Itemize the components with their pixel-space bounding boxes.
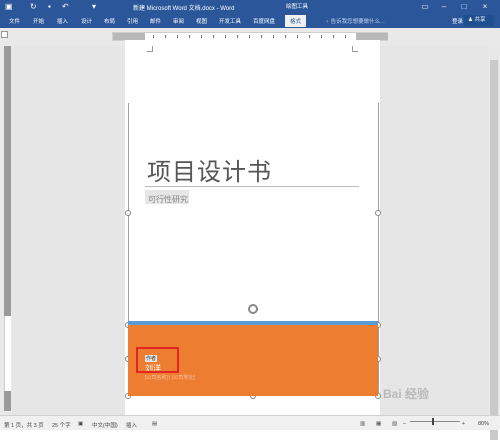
watermark-logo: Bai 经验 bbox=[383, 387, 430, 401]
maximize-button[interactable]: □ bbox=[457, 1, 471, 13]
tab-references[interactable]: 引用 bbox=[127, 17, 138, 25]
drawing-tools-context-title: 绘图工具 bbox=[282, 0, 312, 14]
scrollbar-thumb[interactable] bbox=[490, 60, 498, 440]
title-bar: ▣ ↻ ▪ ↶ ▾ 新建 Microsoft Word 文档.docx - Wo… bbox=[0, 0, 500, 14]
close-button[interactable]: × bbox=[478, 1, 492, 13]
tab-file[interactable]: 文件 bbox=[9, 17, 20, 25]
word-logo-icon: ▣ bbox=[5, 2, 13, 11]
tab-view[interactable]: 视图 bbox=[196, 17, 207, 25]
selection-border-right bbox=[378, 103, 379, 396]
tab-review[interactable]: 审阅 bbox=[173, 17, 184, 25]
insert-mode[interactable]: 插入 bbox=[126, 421, 137, 429]
tab-mailings[interactable]: 邮件 bbox=[150, 17, 161, 25]
zoom-level[interactable]: 80% bbox=[478, 421, 489, 427]
tab-home[interactable]: 开始 bbox=[33, 17, 44, 25]
tab-format[interactable]: 格式 bbox=[285, 15, 307, 27]
vertical-ruler-bottom-margin bbox=[4, 391, 11, 411]
vertical-ruler-margin bbox=[4, 46, 11, 316]
person-icon: ♟ bbox=[468, 17, 473, 23]
ruler-left-margin bbox=[113, 33, 145, 40]
tab-design[interactable]: 设计 bbox=[81, 17, 92, 25]
vertical-scrollbar[interactable] bbox=[488, 46, 500, 440]
vertical-ruler bbox=[0, 46, 12, 415]
cover-subtitle[interactable]: 可行性研究 bbox=[148, 194, 188, 205]
proofing-icon[interactable]: ▣ bbox=[78, 421, 83, 427]
crop-mark bbox=[147, 46, 153, 52]
zoom-slider-thumb[interactable] bbox=[432, 418, 434, 425]
ribbon-tabs: 文件 开始 插入 设计 布局 引用 邮件 审阅 视图 开发工具 百度网盘 格式 … bbox=[0, 14, 500, 28]
company-info-placeholder[interactable]: [公司名称] | [公司地址] bbox=[145, 374, 195, 381]
customize-qat-icon[interactable]: ▾ bbox=[92, 2, 96, 11]
login-link[interactable]: 登录 bbox=[452, 17, 463, 25]
language-indicator[interactable]: 中文(中国) bbox=[92, 421, 118, 429]
autosave-icon[interactable]: ↻ bbox=[30, 2, 37, 11]
page-count[interactable]: 第 1 页，共 3 页 bbox=[4, 421, 44, 429]
crop-mark bbox=[352, 46, 358, 52]
web-layout-icon[interactable]: ▧ bbox=[392, 421, 397, 427]
window-title: 新建 Microsoft Word 文档.docx - Word bbox=[133, 6, 235, 12]
tab-insert[interactable]: 插入 bbox=[57, 17, 68, 25]
save-icon[interactable]: ▪ bbox=[48, 2, 51, 11]
zoom-slider[interactable] bbox=[410, 421, 460, 422]
read-mode-icon[interactable]: ▥ bbox=[360, 421, 365, 427]
highlight-box bbox=[136, 347, 179, 373]
tell-me-box[interactable]: ♀ 告诉我您想要做什么... bbox=[325, 17, 385, 25]
tab-layout[interactable]: 布局 bbox=[104, 17, 115, 25]
tell-me-placeholder: 告诉我您想要做什么... bbox=[330, 19, 385, 25]
ruler-right-margin bbox=[356, 33, 388, 40]
rotate-handle-icon[interactable] bbox=[248, 304, 258, 314]
share-label: 共享 bbox=[474, 17, 486, 23]
undo-icon[interactable]: ↶ bbox=[62, 2, 69, 11]
tab-selector[interactable] bbox=[1, 31, 8, 38]
zoom-out-button[interactable]: – bbox=[403, 421, 406, 427]
lightbulb-icon: ♀ bbox=[325, 19, 330, 25]
tab-baidu-netdisk[interactable]: 百度网盘 bbox=[253, 17, 275, 25]
zoom-in-button[interactable]: + bbox=[462, 421, 465, 427]
share-button[interactable]: ♟ 共享 bbox=[464, 15, 494, 26]
ribbon-display-options-icon[interactable]: ▭ bbox=[418, 1, 432, 13]
status-bar: 第 1 页，共 3 页 25 个字 ▣ 中文(中国) 插入 ▤ ▥ ▦ ▧ – … bbox=[0, 415, 500, 430]
title-divider bbox=[145, 186, 359, 187]
minimize-button[interactable]: – bbox=[437, 1, 451, 13]
resize-handle[interactable] bbox=[125, 210, 131, 216]
cover-title[interactable]: 项目设计书 bbox=[147, 152, 272, 187]
resize-handle[interactable] bbox=[375, 210, 381, 216]
tab-developer[interactable]: 开发工具 bbox=[219, 17, 241, 25]
word-count[interactable]: 25 个字 bbox=[52, 421, 71, 429]
macro-icon[interactable]: ▤ bbox=[152, 421, 157, 427]
print-layout-icon[interactable]: ▦ bbox=[376, 421, 381, 427]
